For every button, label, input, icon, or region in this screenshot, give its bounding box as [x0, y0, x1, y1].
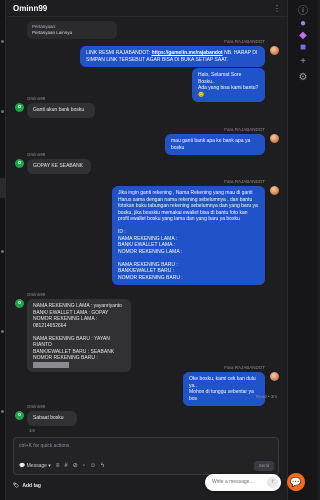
sender-name: Fara RAJABANDOT	[224, 39, 265, 44]
message-mode-label: Message	[26, 462, 47, 469]
customer-avatar: o	[15, 411, 24, 420]
contact-icon[interactable]: ●	[297, 18, 309, 30]
notes-icon[interactable]: ■	[297, 42, 309, 54]
add-tag-button[interactable]: 🏷 Add tag	[13, 480, 41, 492]
sender-name: Ominn99	[27, 96, 46, 101]
tag-icon: 🏷	[13, 483, 20, 489]
redacted-number: 1234567890123	[33, 361, 70, 368]
message-list[interactable]: Pertanyaan: Pertanyaan Lainnya Fara RAJA…	[7, 17, 287, 435]
sender-name: Ominn99	[27, 292, 46, 297]
sender-name: Ominn99	[27, 404, 46, 409]
quoted-message: Pertanyaan: Pertanyaan Lainnya	[27, 21, 117, 39]
message-bubble-incoming: Ganti akun bank bosku	[27, 103, 95, 118]
hash-icon[interactable]: #	[64, 463, 67, 469]
widget-placeholder[interactable]: Write a message...	[212, 479, 254, 485]
emoji-icon[interactable]: ☺	[90, 463, 96, 469]
agent-avatar	[270, 134, 279, 143]
message-bubble-outgoing: mau ganti bank apa ke bank apa ya bosku	[165, 134, 265, 155]
left-dot	[1, 40, 4, 43]
agent-avatar	[270, 372, 279, 381]
sender-name: Ominn99	[27, 152, 46, 157]
chat-widget-button[interactable]: 💬	[287, 473, 305, 491]
left-dot	[1, 250, 4, 253]
attachment-icon[interactable]: ⊘	[73, 462, 78, 469]
collapse-handle[interactable]	[0, 178, 6, 198]
app-window: Ominn99 ⋮ Pertanyaan: Pertanyaan Lainnya…	[0, 0, 317, 500]
customer-avatar: o	[15, 159, 24, 168]
sender-name: Fara RAJABANDOT	[224, 127, 265, 132]
message-bubble-outgoing: LINK RESMI RAJABANDOT: https://gamelin.m…	[80, 46, 265, 67]
customer-avatar: o	[15, 103, 24, 112]
widget-send-icon[interactable]: ↑	[267, 477, 278, 488]
conversation-panel: Ominn99 ⋮ Pertanyaan: Pertanyaan Lainnya…	[7, 0, 287, 500]
text-format-icon[interactable]: ≡	[56, 463, 60, 469]
message-bubble-incoming: GOPAY KE SEABANK	[27, 159, 91, 174]
message-time: 1m	[29, 428, 36, 433]
settings-icon[interactable]: ⚙	[297, 72, 309, 84]
conversation-title: Ominn99	[13, 3, 48, 13]
message-mode-dropdown[interactable]: 💬 Message ▾	[19, 463, 51, 469]
customer-avatar: o	[15, 299, 24, 308]
message-bubble-outgoing: Jika ingin ganti rekening , Nama Rekenin…	[112, 186, 265, 285]
sender-name: Fara RAJABANDOT	[224, 365, 265, 370]
message-text: NAMA REKENING LAMA : yayanriyanto BANK/ …	[33, 303, 122, 361]
add-tag-label: Add tag	[22, 483, 41, 489]
left-dot	[1, 410, 4, 413]
right-sidebar: ⓘ ● ◆ ■ + ⚙	[287, 0, 317, 500]
sender-name: Fara RAJABANDOT	[224, 179, 265, 184]
message-text: LINK RESMI RAJABANDOT:	[86, 50, 152, 56]
composer-placeholder[interactable]: ctrl+K for quick actions	[19, 443, 69, 449]
read-status: Read • 3m	[255, 394, 277, 399]
message-link[interactable]: https://gamelin.me/rajabandot	[152, 50, 223, 56]
plus-icon[interactable]: +	[297, 56, 309, 68]
agent-avatar	[270, 46, 279, 55]
info-icon[interactable]: ⓘ	[297, 6, 309, 18]
message-bubble-incoming: Sabaat bosku	[27, 411, 77, 426]
send-button[interactable]: Send	[254, 461, 274, 471]
message-bubble-outgoing: Halo, Selamat Sore Bosku.. Ada yang bisa…	[192, 68, 265, 102]
composer-toolbar: 💬 Message ▾ ≡ # ⊘ ▫ ☺ ϟ	[14, 461, 278, 470]
conversation-header: Ominn99 ⋮	[7, 0, 287, 17]
chat-widget-input[interactable]: Write a message... ↑	[205, 474, 281, 491]
more-icon[interactable]: ⋮	[273, 4, 281, 13]
message-bubble-incoming: NAMA REKENING LAMA : yayanriyanto BANK/ …	[27, 299, 131, 372]
left-dot	[1, 110, 4, 113]
apps-icon[interactable]: ◆	[297, 30, 309, 42]
lightning-icon[interactable]: ϟ	[101, 463, 104, 469]
quoted-line-2: Pertanyaan Lainnya	[32, 30, 73, 35]
left-edge-strip	[0, 0, 6, 500]
gif-icon[interactable]: ▫	[83, 463, 85, 469]
message-bubble-outgoing: Oke bosku, kami cek kan dulu ya.. Mohon …	[183, 372, 265, 406]
agent-avatar	[270, 186, 279, 195]
left-dot	[1, 330, 4, 333]
message-composer[interactable]: ctrl+K for quick actions 💬 Message ▾ ≡ #…	[13, 437, 279, 475]
